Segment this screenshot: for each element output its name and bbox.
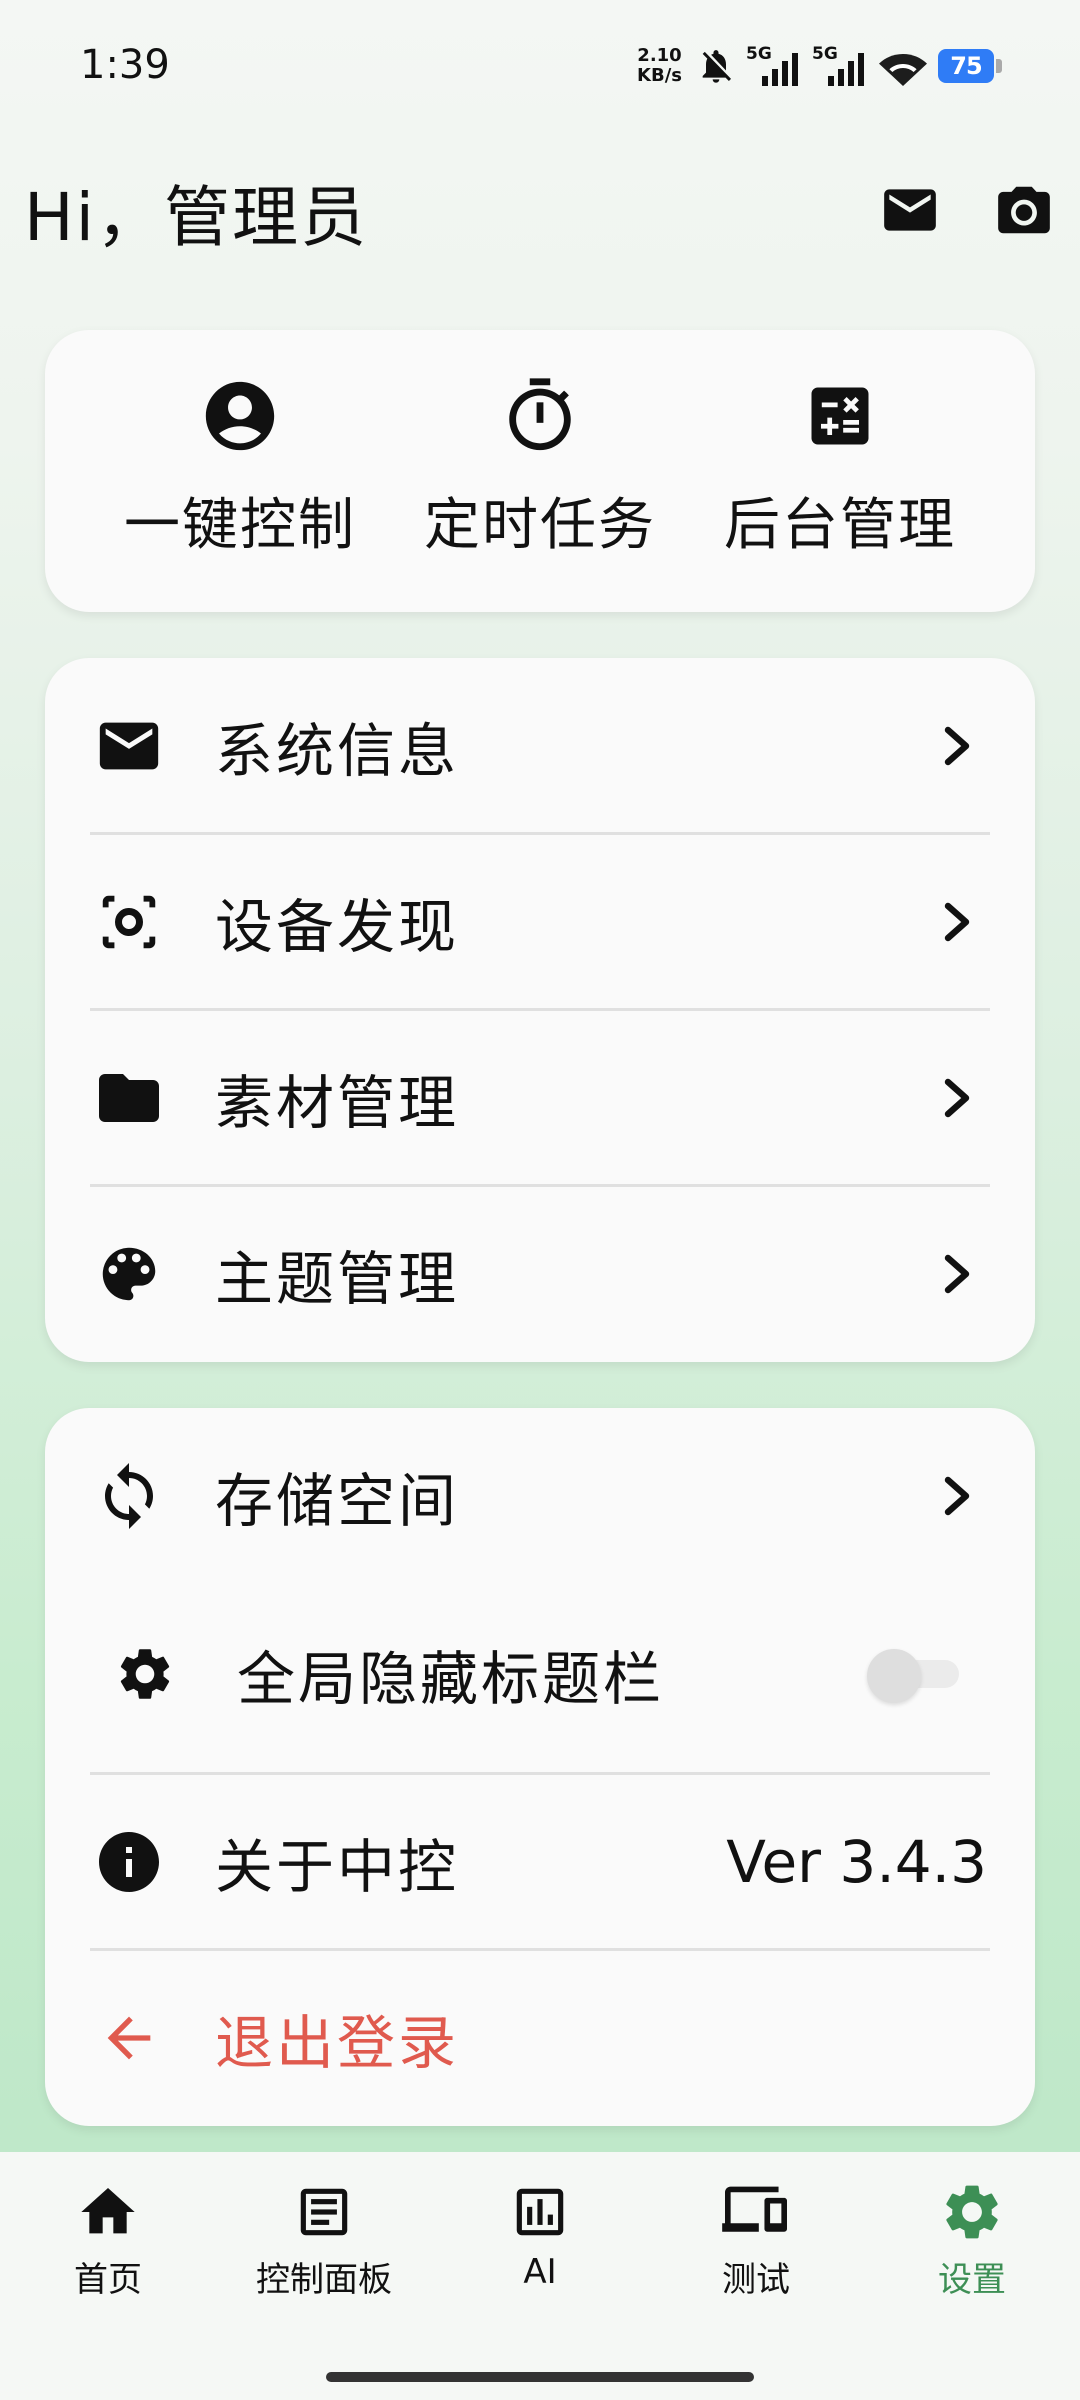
hide-titlebar-toggle[interactable] — [867, 1649, 959, 1703]
menu-item-theme-management[interactable]: 主题管理 — [45, 1186, 1035, 1362]
menu-item-system-info[interactable]: 系统信息 — [45, 658, 1035, 834]
signal-bars-icon — [828, 53, 864, 86]
menu-item-asset-management[interactable]: 素材管理 — [45, 1010, 1035, 1186]
nav-label: AI — [523, 2252, 557, 2292]
devices-icon — [722, 2186, 787, 2232]
greeting-title: Hi，管理员 — [24, 179, 368, 256]
bottom-navigation: 首页 控制面板 AI 测试 设置 — [0, 2152, 1080, 2400]
messages-button[interactable] — [870, 170, 950, 250]
chart-box-icon — [516, 2188, 564, 2236]
account-circle-icon — [205, 381, 275, 451]
signal-bars-icon — [762, 53, 798, 86]
menu-item-about[interactable]: 关于中控 Ver 3.4.3 — [45, 1774, 1035, 1950]
menu-item-label: 系统信息 — [215, 717, 460, 785]
arrow-left-icon — [107, 2016, 151, 2060]
chevron-right-icon — [944, 1078, 970, 1118]
timer-icon — [509, 378, 571, 451]
camera-icon — [998, 186, 1050, 234]
quick-action-scheduled-tasks[interactable]: 定时任务 — [390, 376, 690, 561]
nav-item-settings[interactable]: 设置 — [864, 2178, 1080, 2301]
quick-action-label: 后台管理 — [724, 493, 956, 558]
info-icon — [99, 1832, 159, 1892]
chevron-right-icon — [944, 902, 970, 942]
menu-item-hide-titlebar: 全局隐藏标题栏 — [45, 1584, 1035, 1764]
chevron-right-icon — [944, 726, 970, 766]
wifi-icon — [878, 46, 928, 86]
status-bar: 1:39 2.10 KB/s 5G 5G 75 — [0, 0, 1080, 140]
list-box-icon — [300, 2188, 348, 2236]
network-speed-unit: KB/s — [637, 65, 682, 86]
quick-action-backend-admin[interactable]: 后台管理 — [690, 376, 990, 561]
camera-button[interactable] — [984, 170, 1064, 250]
nav-item-ai[interactable]: AI — [432, 2178, 648, 2292]
chevron-right-icon — [944, 1254, 970, 1294]
mail-icon — [99, 722, 159, 770]
sync-icon — [105, 1463, 153, 1529]
gear-icon — [120, 1649, 170, 1699]
menu-item-label: 关于中控 — [215, 1833, 460, 1901]
quick-action-label: 一键控制 — [124, 493, 356, 558]
menu-item-label: 主题管理 — [215, 1245, 460, 1313]
home-icon — [81, 2188, 135, 2234]
sim1-signal: 5G — [746, 44, 802, 88]
folder-icon — [99, 1074, 159, 1122]
app-version: Ver 3.4.3 — [726, 1828, 987, 1896]
settings-screen: 1:39 2.10 KB/s 5G 5G 75 Hi，管理员 一键控制 定时任务… — [0, 0, 1080, 2400]
calculator-icon — [811, 387, 869, 445]
network-speed: 2.10 KB/s — [637, 46, 682, 86]
quick-actions-card: 一键控制 定时任务 后台管理 — [45, 330, 1035, 612]
nav-item-home[interactable]: 首页 — [0, 2178, 216, 2301]
nav-label: 首页 — [74, 2260, 142, 2300]
network-speed-value: 2.10 — [637, 45, 682, 66]
menu-item-label: 全局隐藏标题栏 — [237, 1645, 665, 1713]
logout-label: 退出登录 — [215, 2009, 460, 2077]
quick-action-one-key-control[interactable]: 一键控制 — [90, 376, 390, 561]
menu-item-label: 素材管理 — [215, 1069, 460, 1137]
menu-card-primary: 系统信息 设备发现 素材管理 主题管理 — [45, 658, 1035, 1362]
status-icons: 2.10 KB/s 5G 5G 75 — [637, 40, 1004, 92]
logout-button[interactable]: 退出登录 — [45, 1950, 1035, 2126]
menu-item-label: 存储空间 — [215, 1467, 460, 1535]
gear-icon — [946, 2185, 998, 2239]
nav-item-test[interactable]: 测试 — [648, 2178, 864, 2301]
palette-icon — [102, 1247, 156, 1301]
mail-icon — [884, 189, 936, 231]
nav-item-control-panel[interactable]: 控制面板 — [216, 2178, 432, 2301]
battery-indicator: 75 — [938, 48, 1004, 84]
bell-off-icon — [696, 46, 736, 86]
menu-item-label: 设备发现 — [215, 893, 460, 961]
battery-level: 75 — [938, 49, 994, 83]
nav-label: 控制面板 — [256, 2260, 392, 2300]
menu-item-storage[interactable]: 存储空间 — [45, 1408, 1035, 1584]
toggle-thumb — [867, 1649, 921, 1703]
home-indicator[interactable] — [326, 2372, 754, 2382]
nav-label: 设置 — [938, 2260, 1006, 2300]
battery-nub — [996, 59, 1002, 73]
menu-card-secondary: 存储空间 全局隐藏标题栏 关于中控 Ver 3.4.3 退出登录 — [45, 1408, 1035, 2126]
quick-action-label: 定时任务 — [424, 493, 656, 558]
nav-label: 测试 — [722, 2260, 790, 2300]
sim2-signal: 5G — [812, 44, 868, 88]
menu-item-device-discovery[interactable]: 设备发现 — [45, 834, 1035, 1010]
scan-icon — [102, 895, 156, 949]
chevron-right-icon — [944, 1476, 970, 1516]
status-time: 1:39 — [80, 42, 170, 88]
